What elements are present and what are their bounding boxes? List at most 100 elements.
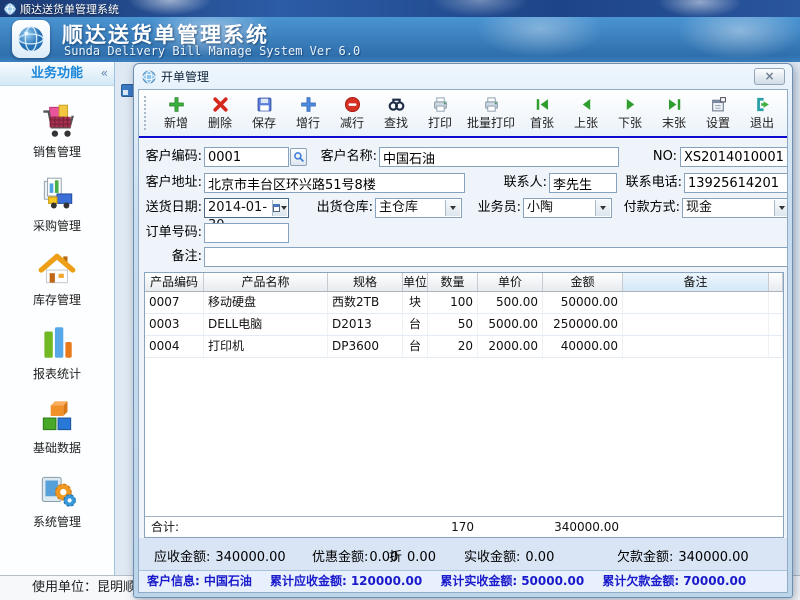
table-total-row: 合计: 170 340000.00 — [145, 516, 783, 537]
salesman-dropdown-button[interactable] — [595, 200, 610, 216]
cell-code: 0007 — [145, 292, 204, 313]
column-header[interactable]: 金额 — [543, 273, 623, 291]
sidebar-item-purchase[interactable]: 采购管理 — [0, 168, 114, 242]
gears-icon — [36, 470, 78, 512]
new-button[interactable]: 新增 — [154, 92, 198, 134]
sidebar-item-inventory[interactable]: 库存管理 — [0, 242, 114, 316]
column-header[interactable]: 单位 — [403, 273, 428, 291]
cum-receivable-value: 120000.00 — [351, 574, 422, 588]
delete-button[interactable]: 删除 — [198, 92, 242, 134]
warehouse-dropdown-button[interactable] — [445, 200, 460, 216]
app-logo — [12, 20, 50, 58]
customer-name-label: 客户名称: — [315, 147, 377, 167]
summary-value: 340000.00 — [678, 550, 748, 565]
header-subtitle: Sunda Delivery Bill Manage System Ver 6.… — [64, 44, 360, 58]
phone-input[interactable] — [684, 173, 788, 193]
find-button[interactable]: 查找 — [374, 92, 418, 134]
column-header[interactable]: 产品编码 — [145, 273, 204, 291]
button-label: 保存 — [252, 114, 276, 131]
cell-remark — [623, 336, 769, 357]
button-label: 打印 — [428, 114, 452, 131]
total-amount: 340000.00 — [543, 517, 623, 537]
column-header[interactable]: 数量 — [428, 273, 478, 291]
window-titlebar[interactable]: 开单管理 × — [134, 64, 792, 89]
cell-name: 移动硬盘 — [204, 292, 328, 313]
contact-input[interactable] — [549, 173, 617, 193]
order-no-input[interactable] — [204, 223, 289, 243]
summary-label: 折 — [389, 550, 402, 565]
delivery-date-picker[interactable]: 2014-01-30 — [204, 198, 289, 218]
chart-icon — [36, 322, 78, 364]
cell-unit: 块 — [403, 292, 428, 313]
sidebar-collapse-button[interactable]: « — [101, 62, 108, 85]
sidebar-item-sales[interactable]: 销售管理 — [0, 94, 114, 168]
bill-no-input[interactable] — [680, 147, 788, 167]
toolbar-grip[interactable] — [144, 96, 149, 130]
summary-value: 0.00 — [525, 550, 554, 565]
table-row[interactable]: 0007 移动硬盘 西数2TB 块 100 500.00 50000.00 — [145, 292, 783, 314]
cell-name: DELL电脑 — [204, 314, 328, 335]
address-label: 客户地址: — [142, 173, 202, 193]
phone-label: 联系电话: — [620, 173, 682, 193]
total-spacer — [769, 517, 783, 537]
save-button[interactable]: 保存 — [242, 92, 286, 134]
calendar-icon — [273, 204, 280, 212]
cell-qty: 50 — [428, 314, 478, 335]
billing-window: 开单管理 × 新增 删除 保存 增行 减行 — [133, 63, 793, 598]
summary-label: 优惠金额: — [312, 550, 368, 565]
table-row[interactable]: 0003 DELL电脑 D2013 台 50 5000.00 250000.00 — [145, 314, 783, 336]
summary-band: 应收金额:340000.00 优惠金额:0.00 折0.00 实收金额:0.00… — [139, 538, 787, 572]
payment-dropdown-button[interactable] — [774, 200, 788, 216]
first-button[interactable]: 首张 — [520, 92, 564, 134]
batch-print-button[interactable]: 批量打印 — [462, 92, 520, 134]
warehouse-select[interactable]: 主仓库 — [375, 198, 462, 218]
close-icon: × — [764, 69, 774, 83]
column-header[interactable]: 备注 — [623, 273, 769, 291]
prev-button[interactable]: 上张 — [564, 92, 608, 134]
date-dropdown-button[interactable] — [272, 200, 287, 216]
cell-qty: 20 — [428, 336, 478, 357]
column-header[interactable]: 产品名称 — [204, 273, 328, 291]
cell-spec: 西数2TB — [328, 292, 403, 313]
remove-row-button[interactable]: 减行 — [330, 92, 374, 134]
add-row-button[interactable]: 增行 — [286, 92, 330, 134]
sidebar-item-label: 采购管理 — [33, 217, 81, 234]
settings-button[interactable]: 设置 — [696, 92, 740, 134]
exit-button[interactable]: 退出 — [740, 92, 784, 134]
close-button[interactable]: × — [754, 68, 785, 85]
magnifier-icon — [293, 151, 305, 163]
customer-lookup-button[interactable] — [290, 148, 307, 166]
remove-row-icon — [344, 96, 361, 113]
warehouse-label: 出货仓库: — [315, 198, 373, 218]
table-row[interactable]: 0004 打印机 DP3600 台 20 2000.00 40000.00 — [145, 336, 783, 358]
remark-input[interactable] — [204, 247, 788, 267]
summary-label: 欠款金额: — [617, 550, 673, 565]
payment-select[interactable]: 现金 — [682, 198, 788, 218]
cell-spec: D2013 — [328, 314, 403, 335]
last-button[interactable]: 末张 — [652, 92, 696, 134]
truck-icon — [36, 174, 78, 216]
address-input[interactable] — [204, 173, 465, 193]
cell-spec: DP3600 — [328, 336, 403, 357]
sidebar-title: 业务功能 — [31, 66, 83, 81]
customer-name-input[interactable] — [379, 147, 619, 167]
print-button[interactable]: 打印 — [418, 92, 462, 134]
add-icon — [168, 96, 185, 113]
button-label: 设置 — [706, 114, 730, 131]
cell-filler — [769, 336, 783, 357]
cell-amount: 250000.00 — [543, 314, 623, 335]
column-header[interactable]: 规格 — [328, 273, 403, 291]
window-client: 新增 删除 保存 增行 减行 查找 — [138, 89, 788, 593]
sidebar-item-basedata[interactable]: 基础数据 — [0, 390, 114, 464]
customer-code-input[interactable] — [204, 147, 289, 167]
warehouse-value: 主仓库 — [379, 200, 418, 215]
sidebar-item-reports[interactable]: 报表统计 — [0, 316, 114, 390]
sidebar-item-system[interactable]: 系统管理 — [0, 464, 114, 538]
toolbar-separator — [139, 136, 787, 139]
toolbar: 新增 删除 保存 增行 减行 查找 — [139, 90, 787, 136]
salesman-select[interactable]: 小陶 — [523, 198, 612, 218]
received-amount: 实收金额:0.00 — [464, 546, 554, 565]
button-label: 末张 — [662, 114, 686, 131]
next-button[interactable]: 下张 — [608, 92, 652, 134]
column-header[interactable]: 单价 — [478, 273, 543, 291]
